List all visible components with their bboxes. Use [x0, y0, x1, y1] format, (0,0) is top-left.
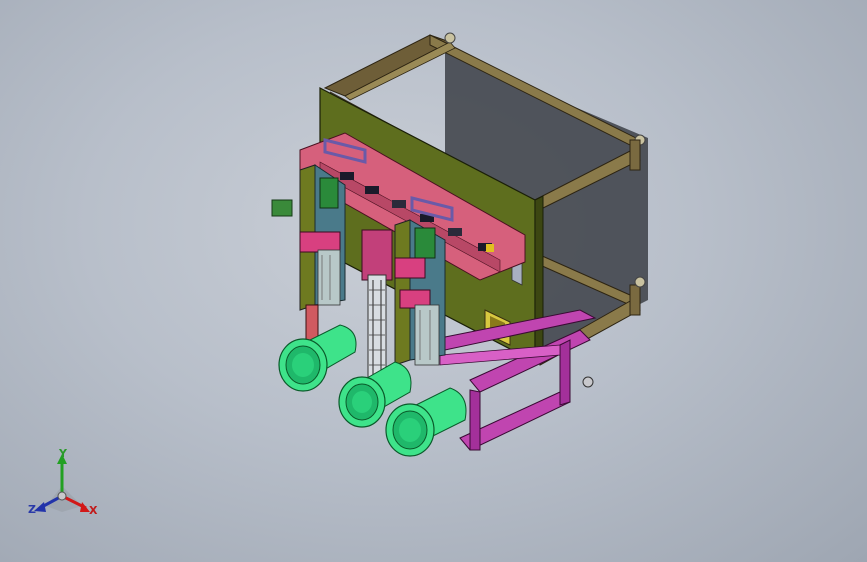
y-axis-label: Y — [59, 447, 67, 460]
orientation-triad[interactable]: Y Z X — [20, 448, 110, 528]
cad-viewport[interactable]: Y Z X — [0, 0, 867, 562]
actuator-unit-2 — [394, 219, 446, 366]
z-axis-label: Z — [28, 503, 36, 516]
actuator-unit-1 — [299, 164, 346, 346]
x-axis-label: X — [89, 504, 98, 517]
center-rack — [361, 229, 393, 386]
cad-assembly-model[interactable] — [0, 0, 867, 562]
